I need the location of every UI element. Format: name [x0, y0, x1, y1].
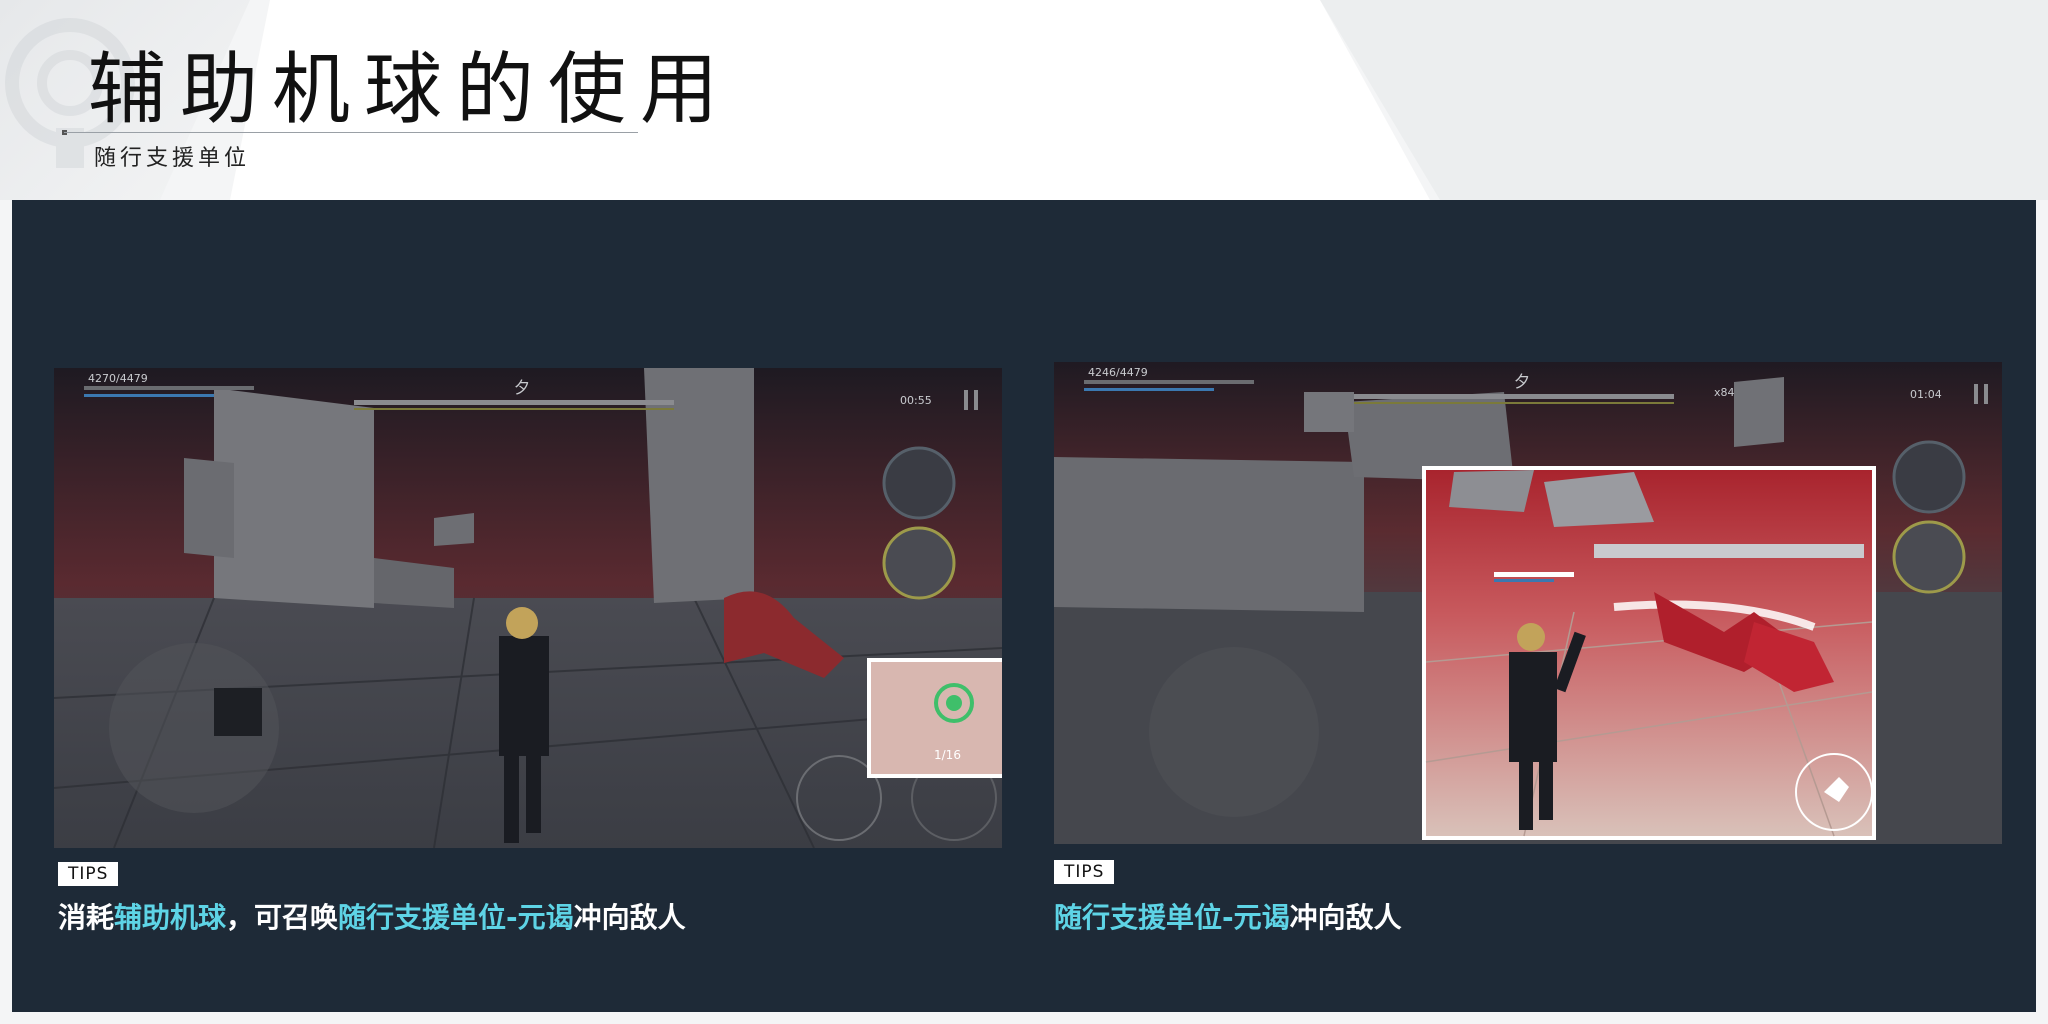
gameplay-scene-left: [54, 368, 1002, 848]
header-bg-right: [1320, 0, 2048, 200]
page-title: 辅助机球的使用: [88, 45, 733, 135]
title-underline: [64, 132, 638, 133]
caption-left: 消耗辅助机球，可召唤随行支援单位-元谒冲向敌人: [58, 896, 686, 936]
hud-timer-right: 01:04: [1910, 388, 1942, 401]
tips-badge-left: TIPS: [58, 862, 119, 886]
hud-timer-left: 00:55: [900, 394, 932, 407]
caption-right: 随行支援单位-元谒冲向敌人: [1054, 896, 1402, 936]
caption-left-text-1: 消耗: [58, 901, 115, 934]
caption-left-highlight-2: 随行支援单位-元谒: [338, 901, 574, 934]
page-subtitle: 随行支援单位: [94, 146, 251, 171]
hud-boss-name-left: 夕: [514, 378, 531, 397]
caption-right-text-1: 冲向敌人: [1289, 901, 1402, 934]
gameplay-screenshot-left: 4270/4479 夕 00:55 1/16: [54, 368, 1002, 848]
gameplay-scene-right: [1054, 362, 2002, 844]
hud-multiplier-right: x84: [1714, 386, 1735, 399]
hud-hp-left: 4270/4479: [88, 372, 148, 385]
content-panel: 4270/4479 夕 00:55 1/16 4246/4479 夕 01:04…: [12, 200, 2036, 1012]
caption-left-text-3: 冲向敌人: [573, 901, 686, 934]
caption-left-highlight-1: 辅助机球: [114, 901, 227, 934]
hud-boss-name-right: 夕: [1514, 372, 1531, 391]
hud-hp-right: 4246/4479: [1088, 366, 1148, 379]
caption-left-text-2: ，可召唤: [226, 901, 339, 934]
caption-right-highlight-1: 随行支援单位-元谒: [1054, 901, 1290, 934]
tips-badge-right: TIPS: [1054, 860, 1115, 884]
gameplay-screenshot-right: 4246/4479 夕 01:04 x84: [1054, 362, 2002, 844]
skill-count-label: 1/16: [934, 748, 961, 762]
